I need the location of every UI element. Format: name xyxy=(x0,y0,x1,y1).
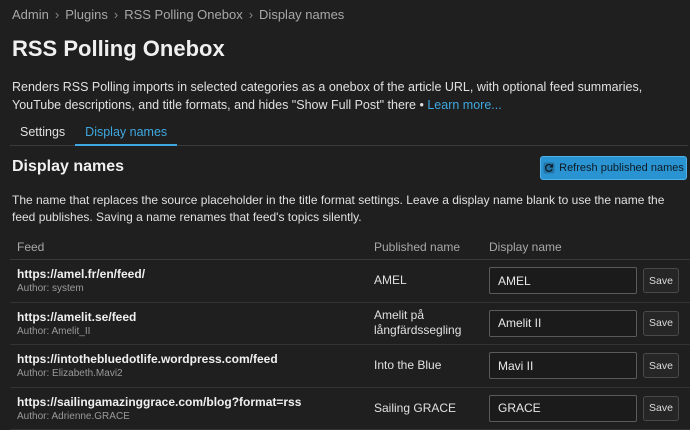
section-title: Display names xyxy=(12,158,125,175)
feed-url: https://sailingamazinggrace.com/blog?for… xyxy=(17,394,302,409)
display-name-cell: Save xyxy=(489,309,690,337)
chevron-right-icon: › xyxy=(248,7,254,22)
published-name: Amelit på långfärdssegling xyxy=(374,308,462,338)
save-button[interactable]: Save xyxy=(643,310,679,336)
tab-display-names[interactable]: Display names xyxy=(75,120,178,146)
published-name: Into the Blue xyxy=(374,358,442,373)
table-row: https://intothebluedotlife.wordpress.com… xyxy=(10,345,690,388)
feed-url: https://amel.fr/en/feed/ xyxy=(17,267,146,282)
breadcrumb-current: Display names xyxy=(259,7,345,22)
save-button[interactable]: Save xyxy=(643,395,679,421)
published-name: AMEL xyxy=(374,273,407,288)
feed-url: https://amelit.se/feed xyxy=(17,309,137,324)
breadcrumb-admin[interactable]: Admin xyxy=(12,7,49,22)
plugin-description-text: Renders RSS Polling imports in selected … xyxy=(12,80,643,112)
learn-more-link[interactable]: Learn more... xyxy=(427,98,501,112)
feed-cell: https://amel.fr/en/feed/ Author: system xyxy=(10,267,374,294)
header-display-name: Display name xyxy=(489,239,562,254)
page-title: RSS Polling Onebox xyxy=(12,36,225,61)
table-row: https://sailingamazinggrace.com/blog?for… xyxy=(10,388,690,430)
tab-bar: Settings Display names xyxy=(10,120,688,146)
section-description: The name that replaces the source placeh… xyxy=(12,193,665,224)
feed-author: Author: system xyxy=(17,283,84,295)
display-name-input[interactable] xyxy=(489,309,637,337)
table-row: https://amel.fr/en/feed/ Author: system … xyxy=(10,260,690,303)
feed-cell: https://amelit.se/feed Author: Amelit_II xyxy=(10,310,374,337)
save-button[interactable]: Save xyxy=(643,353,679,379)
feed-cell: https://sailingamazinggrace.com/blog?for… xyxy=(10,395,374,422)
breadcrumb: Admin › Plugins › RSS Polling Onebox › D… xyxy=(12,7,344,22)
display-name-cell: Save xyxy=(489,394,690,422)
header-feed: Feed xyxy=(17,239,45,254)
tab-settings[interactable]: Settings xyxy=(10,120,75,146)
feed-author: Author: Adrienne.GRACE xyxy=(17,410,130,422)
table-row: https://amelit.se/feed Author: Amelit_II… xyxy=(10,303,690,345)
refresh-icon xyxy=(543,162,555,174)
save-button[interactable]: Save xyxy=(643,268,679,294)
display-names-table: Feed Published name Display name https:/… xyxy=(10,234,690,430)
breadcrumb-plugins[interactable]: Plugins xyxy=(65,7,108,22)
chevron-right-icon: › xyxy=(54,7,60,22)
feed-cell: https://intothebluedotlife.wordpress.com… xyxy=(10,352,374,379)
header-published-name: Published name xyxy=(374,239,461,254)
feed-author: Author: Amelit_II xyxy=(17,325,91,337)
display-name-cell: Save xyxy=(489,352,690,380)
plugin-description: Renders RSS Polling imports in selected … xyxy=(12,78,682,114)
display-name-input[interactable] xyxy=(489,267,637,295)
feed-author: Author: Elizabeth.Mavi2 xyxy=(17,368,123,380)
feed-url: https://intothebluedotlife.wordpress.com… xyxy=(17,352,278,367)
display-name-input[interactable] xyxy=(489,394,637,422)
table-header: Feed Published name Display name xyxy=(10,234,690,260)
refresh-button-label: Refresh published names xyxy=(559,162,684,174)
breadcrumb-plugin[interactable]: RSS Polling Onebox xyxy=(124,7,243,22)
display-name-cell: Save xyxy=(489,267,690,295)
published-name: Sailing GRACE xyxy=(374,400,457,415)
display-name-input[interactable] xyxy=(489,352,637,380)
chevron-right-icon: › xyxy=(113,7,119,22)
refresh-published-names-button[interactable]: Refresh published names xyxy=(540,156,687,180)
